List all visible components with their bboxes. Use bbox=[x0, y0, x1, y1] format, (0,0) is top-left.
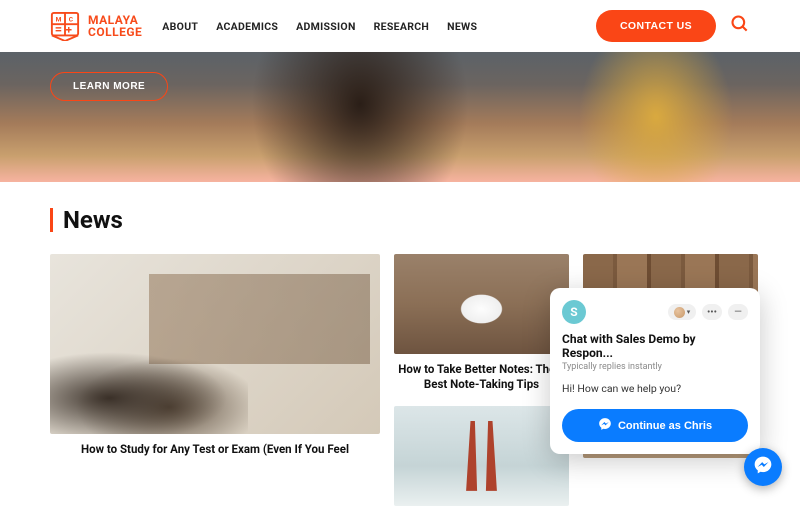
chat-message: Hi! How can we help you? bbox=[562, 382, 748, 395]
chat-avatar: S bbox=[562, 300, 586, 324]
chat-widget: S ▾ ••• — Chat with Sales Demo by Respon… bbox=[550, 288, 760, 454]
nav-academics[interactable]: ACADEMICS bbox=[216, 20, 278, 33]
chat-controls: ▾ ••• — bbox=[668, 304, 748, 320]
messenger-fab-icon bbox=[753, 455, 773, 479]
hero-banner: LEARN MORE bbox=[0, 52, 800, 182]
news-title-notes: How to Take Better Notes: The 6 Best Not… bbox=[394, 362, 569, 392]
chat-title: Chat with Sales Demo by Respon... bbox=[562, 332, 748, 360]
news-image-library bbox=[50, 254, 380, 434]
chat-subtitle: Typically replies instantly bbox=[562, 362, 748, 372]
news-column-middle: How to Take Better Notes: The 6 Best Not… bbox=[394, 254, 569, 506]
primary-nav: ABOUT ACADEMICS ADMISSION RESEARCH NEWS bbox=[162, 20, 477, 33]
news-title-main: How to Study for Any Test or Exam (Even … bbox=[50, 442, 380, 457]
shield-logo-icon: MC bbox=[50, 11, 80, 41]
news-image-mug bbox=[394, 254, 569, 354]
contact-button[interactable]: CONTACT US bbox=[596, 10, 716, 42]
chat-continue-button[interactable]: Continue as Chris bbox=[562, 409, 748, 442]
nav-about[interactable]: ABOUT bbox=[162, 20, 198, 33]
section-heading: News bbox=[50, 206, 750, 234]
brand-line2: COLLEGE bbox=[88, 26, 142, 38]
news-card-main[interactable]: How to Study for Any Test or Exam (Even … bbox=[50, 254, 380, 506]
chat-header: S ▾ ••• — bbox=[562, 300, 748, 324]
chat-more-icon[interactable]: ••• bbox=[702, 304, 722, 320]
messenger-icon bbox=[598, 417, 612, 434]
news-card-notes[interactable]: How to Take Better Notes: The 6 Best Not… bbox=[394, 254, 569, 392]
nav-news[interactable]: NEWS bbox=[447, 20, 477, 33]
messenger-fab[interactable] bbox=[744, 448, 782, 486]
chat-minimize-icon[interactable]: — bbox=[728, 304, 748, 320]
chat-user-dropdown[interactable]: ▾ bbox=[668, 304, 696, 320]
brand-name: MALAYA COLLEGE bbox=[88, 14, 142, 38]
brand-logo[interactable]: MC MALAYA COLLEGE bbox=[50, 11, 142, 41]
svg-text:M: M bbox=[56, 15, 62, 23]
search-icon[interactable] bbox=[730, 14, 750, 38]
nav-admission[interactable]: ADMISSION bbox=[296, 20, 356, 33]
learn-more-button[interactable]: LEARN MORE bbox=[50, 72, 168, 101]
news-image-bridge bbox=[394, 406, 569, 506]
news-card-bridge[interactable] bbox=[394, 406, 569, 506]
section-title-text: News bbox=[63, 206, 123, 234]
nav-research[interactable]: RESEARCH bbox=[374, 20, 429, 33]
accent-bar bbox=[50, 208, 53, 232]
site-header: MC MALAYA COLLEGE ABOUT ACADEMICS ADMISS… bbox=[0, 0, 800, 52]
chat-button-label: Continue as Chris bbox=[618, 420, 712, 432]
svg-text:C: C bbox=[69, 15, 74, 23]
